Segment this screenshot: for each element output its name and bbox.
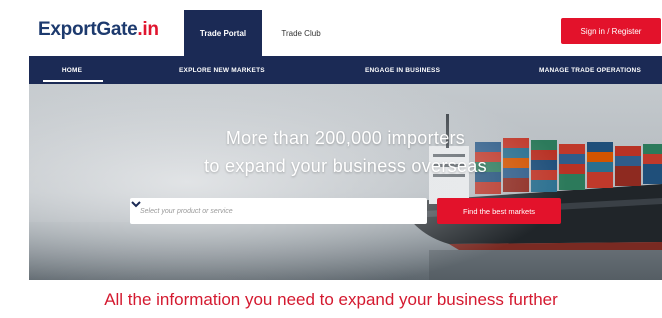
cargo-ship-image — [29, 84, 662, 280]
top-header: ExportGate.in Trade Portal Trade Club Si… — [0, 0, 662, 56]
tab-trade-portal[interactable]: Trade Portal — [184, 10, 262, 56]
hero-headline-line-2: to expand your business overseas — [204, 156, 487, 176]
search-placeholder: Select your product or service — [140, 207, 233, 215]
logo[interactable]: ExportGate.in — [38, 19, 159, 41]
product-search-select[interactable]: Select your product or service — [130, 198, 427, 224]
nav-item-explore-new-markets[interactable]: EXPLORE NEW MARKETS — [179, 56, 265, 84]
logo-suffix: .in — [137, 19, 159, 40]
nav-active-indicator — [43, 80, 103, 82]
sign-in-register-button[interactable]: Sign in / Register — [561, 18, 661, 44]
nav-item-manage-trade-operations[interactable]: MANAGE TRADE OPERATIONS — [539, 56, 641, 84]
tab-trade-club[interactable]: Trade Club — [268, 10, 334, 56]
hero-banner: More than 200,000 importers to expand yo… — [29, 84, 662, 280]
chevron-down-icon[interactable] — [130, 198, 142, 210]
find-best-markets-button[interactable]: Find the best markets — [437, 198, 561, 224]
section-tagline: All the information you need to expand y… — [104, 290, 558, 309]
logo-main: ExportGate — [38, 19, 138, 40]
hero-headline-line-1: More than 200,000 importers — [225, 128, 466, 148]
main-nav: HOME EXPLORE NEW MARKETS ENGAGE IN BUSIN… — [29, 56, 662, 84]
page: ExportGate.in Trade Portal Trade Club Si… — [0, 0, 662, 318]
nav-item-engage-in-business[interactable]: ENGAGE IN BUSINESS — [365, 56, 440, 84]
